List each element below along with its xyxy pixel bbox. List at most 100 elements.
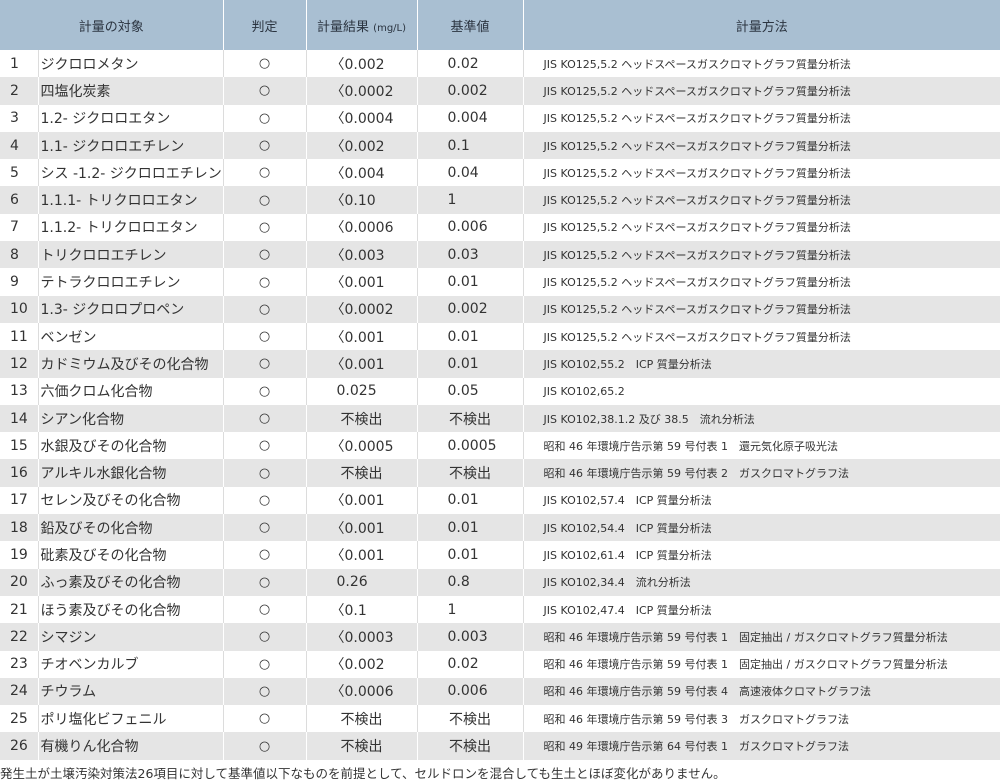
row-target: ジクロロメタン bbox=[38, 50, 224, 78]
row-target: 有機りん化合物 bbox=[38, 732, 224, 760]
row-target: ベンゼン bbox=[38, 322, 224, 351]
page: 計量の対象 判定 計量結果 (mg/L) 基準値 計量方法 1 ジクロロメタン ○ 〈… bbox=[0, 0, 1000, 781]
row-result: 不検出 bbox=[306, 705, 418, 733]
row-method: 昭和 46 年環境庁告示第 59 号付表 1 還元気化原子吸光法 bbox=[523, 432, 1000, 460]
row-number: 12 bbox=[0, 350, 39, 378]
footnote: 発生土が土壌汚染対策法26項目に対して基準値以下なものを前提として、セルドロンを… bbox=[0, 766, 726, 781]
row-judgment: ○ bbox=[223, 50, 307, 78]
row-number: 24 bbox=[0, 677, 39, 706]
row-method: 昭和 46 年環境庁告示第 59 号付表 4 高速液体クロマトグラフ法 bbox=[523, 677, 1000, 706]
row-result: 〈0.001 bbox=[306, 486, 418, 515]
measurement-table: 計量の対象 判定 計量結果 (mg/L) 基準値 計量方法 1 ジクロロメタン ○ 〈… bbox=[0, 0, 1000, 760]
row-result: 〈0.1 bbox=[306, 595, 418, 624]
header-judgment: 判定 bbox=[223, 0, 307, 50]
row-method: JIS KO125,5.2 ヘッドスペースガスクロマトグラフ質量分析法 bbox=[523, 295, 1000, 323]
row-number: 25 bbox=[0, 705, 39, 733]
row-number: 10 bbox=[0, 295, 39, 323]
row-standard: 不検出 bbox=[417, 459, 524, 487]
row-standard: 0.01 bbox=[417, 486, 524, 515]
row-result: 0.26 bbox=[306, 568, 418, 596]
row-number: 17 bbox=[0, 486, 39, 515]
row-result: 〈0.10 bbox=[306, 186, 418, 214]
table-row: 18 鉛及びその化合物 ○ 〈0.001 0.01 JIS KO102,54.4 ICP … bbox=[0, 514, 1000, 542]
row-result: 〈0.0002 bbox=[306, 77, 418, 105]
row-judgment: ○ bbox=[223, 186, 307, 214]
row-number: 4 bbox=[0, 131, 39, 160]
table-row: 24 チウラム ○ 〈0.0006 0.006 昭和 46 年環境庁告示第 59 号付表 … bbox=[0, 677, 1000, 706]
header-row: 計量の対象 判定 計量結果 (mg/L) 基準値 計量方法 bbox=[0, 0, 1000, 50]
row-method: 昭和 49 年環境庁告示第 64 号付表 1 ガスクロマトグラフ法 bbox=[523, 732, 1000, 760]
row-target: シマジン bbox=[38, 623, 224, 651]
row-target: 1.1.1- トリクロロエタン bbox=[38, 186, 224, 214]
row-standard: 0.01 bbox=[417, 322, 524, 351]
row-judgment: ○ bbox=[223, 541, 307, 569]
row-number: 9 bbox=[0, 268, 39, 296]
row-standard: 不検出 bbox=[417, 705, 524, 733]
row-standard: 0.8 bbox=[417, 568, 524, 596]
row-target: 1.3- ジクロロプロペン bbox=[38, 295, 224, 323]
row-number: 1 bbox=[0, 50, 39, 78]
header-result-unit: (mg/L) bbox=[373, 22, 407, 34]
row-method: JIS KO102,57.4 ICP 質量分析法 bbox=[523, 486, 1000, 515]
row-standard: 0.01 bbox=[417, 541, 524, 569]
row-number: 19 bbox=[0, 541, 39, 569]
row-number: 14 bbox=[0, 404, 39, 433]
row-target: トリクロロエチレン bbox=[38, 241, 224, 269]
row-number: 5 bbox=[0, 159, 39, 187]
row-method: JIS KO125,5.2 ヘッドスペースガスクロマトグラフ質量分析法 bbox=[523, 50, 1000, 78]
row-method: JIS KO125,5.2 ヘッドスペースガスクロマトグラフ質量分析法 bbox=[523, 186, 1000, 214]
row-standard: 1 bbox=[417, 595, 524, 624]
row-standard: 0.004 bbox=[417, 104, 524, 132]
row-method: JIS KO102,54.4 ICP 質量分析法 bbox=[523, 514, 1000, 542]
row-judgment: ○ bbox=[223, 350, 307, 378]
row-method: JIS KO125,5.2 ヘッドスペースガスクロマトグラフ質量分析法 bbox=[523, 159, 1000, 187]
row-method: JIS KO102,55.2 ICP 質量分析法 bbox=[523, 350, 1000, 378]
row-result: 〈0.004 bbox=[306, 159, 418, 187]
row-result: 〈0.0004 bbox=[306, 104, 418, 132]
row-target: セレン及びその化合物 bbox=[38, 486, 224, 515]
table-row: 13 六価クロム化合物 ○ 0.025 0.05 JIS KO102,65.2 bbox=[0, 377, 1000, 405]
table-body: 1 ジクロロメタン ○ 〈0.002 0.02 JIS KO125,5.2 ヘッドスペース… bbox=[0, 50, 1000, 760]
row-judgment: ○ bbox=[223, 705, 307, 733]
row-judgment: ○ bbox=[223, 104, 307, 132]
row-standard: 0.05 bbox=[417, 377, 524, 405]
row-judgment: ○ bbox=[223, 268, 307, 296]
row-judgment: ○ bbox=[223, 131, 307, 160]
row-method: JIS KO102,65.2 bbox=[523, 377, 1000, 405]
row-method: 昭和 46 年環境庁告示第 59 号付表 1 固定抽出 / ガスクロマトグラフ質… bbox=[523, 623, 1000, 651]
row-standard: 0.01 bbox=[417, 514, 524, 542]
row-method: JIS KO125,5.2 ヘッドスペースガスクロマトグラフ質量分析法 bbox=[523, 77, 1000, 105]
row-standard: 1 bbox=[417, 186, 524, 214]
row-judgment: ○ bbox=[223, 732, 307, 760]
row-result: 〈0.002 bbox=[306, 131, 418, 160]
row-number: 23 bbox=[0, 650, 39, 678]
row-judgment: ○ bbox=[223, 486, 307, 515]
row-result: 〈0.001 bbox=[306, 268, 418, 296]
table-row: 19 砒素及びその化合物 ○ 〈0.001 0.01 JIS KO102,61.4 ICP… bbox=[0, 541, 1000, 569]
row-target: アルキル水銀化合物 bbox=[38, 459, 224, 487]
row-judgment: ○ bbox=[223, 459, 307, 487]
row-number: 16 bbox=[0, 459, 39, 487]
row-judgment: ○ bbox=[223, 595, 307, 624]
row-standard: 0.003 bbox=[417, 623, 524, 651]
row-target: 1.2- ジクロロエタン bbox=[38, 104, 224, 132]
table-row: 10 1.3- ジクロロプロペン ○ 〈0.0002 0.002 JIS KO125,5.… bbox=[0, 295, 1000, 323]
row-method: JIS KO125,5.2 ヘッドスペースガスクロマトグラフ質量分析法 bbox=[523, 322, 1000, 351]
row-result: 〈0.0003 bbox=[306, 623, 418, 651]
header-result-label: 計量結果 bbox=[317, 19, 370, 35]
row-method: 昭和 46 年環境庁告示第 59 号付表 1 固定抽出 / ガスクロマトグラフ質… bbox=[523, 650, 1000, 678]
row-result: 〈0.0002 bbox=[306, 295, 418, 323]
row-judgment: ○ bbox=[223, 677, 307, 706]
table-row: 17 セレン及びその化合物 ○ 〈0.001 0.01 JIS KO102,57.4 IC… bbox=[0, 486, 1000, 515]
row-standard: 0.006 bbox=[417, 677, 524, 706]
table-row: 4 1.1- ジクロロエチレン ○ 〈0.002 0.1 JIS KO125,5.2 ヘッ… bbox=[0, 131, 1000, 160]
row-standard: 0.01 bbox=[417, 350, 524, 378]
table-row: 12 カドミウム及びその化合物 ○ 〈0.001 0.01 JIS KO102,55.2 … bbox=[0, 350, 1000, 378]
row-target: 水銀及びその化合物 bbox=[38, 432, 224, 460]
table-row: 16 アルキル水銀化合物 ○ 不検出 不検出 昭和 46 年環境庁告示第 59 号付表 2… bbox=[0, 459, 1000, 487]
row-target: シス -1.2- ジクロロエチレン bbox=[38, 159, 224, 187]
row-number: 20 bbox=[0, 568, 39, 596]
row-judgment: ○ bbox=[223, 295, 307, 323]
row-number: 6 bbox=[0, 186, 39, 214]
row-method: 昭和 46 年環境庁告示第 59 号付表 2 ガスクロマトグラフ法 bbox=[523, 459, 1000, 487]
